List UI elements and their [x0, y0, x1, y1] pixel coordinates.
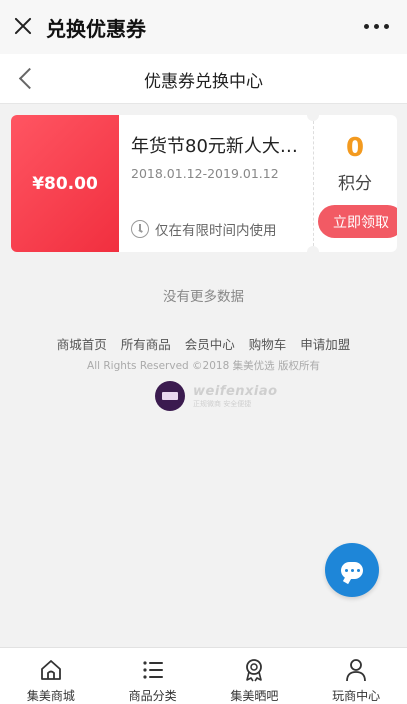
- chat-button[interactable]: [325, 543, 379, 597]
- logo-text: weifenxiao 正规微商 安全便捷: [193, 384, 278, 409]
- no-more-data-text: 没有更多数据: [163, 289, 244, 305]
- coupon-info: 年货节80元新人大礼包 2018.01.12-2019.01.12 仅在有限时间…: [131, 115, 306, 252]
- bottom-tab-bar: 集美商城 商品分类 集美晒吧 玩商中心: [0, 647, 407, 704]
- logo-sub: 正规微商 安全便捷: [193, 399, 252, 408]
- coupon-points-value: 0: [345, 133, 365, 163]
- footer-link-member-center[interactable]: 会员中心: [185, 334, 235, 353]
- footer-link-all-products[interactable]: 所有商品: [121, 334, 171, 353]
- more-menu-icon[interactable]: [364, 24, 389, 29]
- coupon-points-label: 积分: [338, 174, 372, 194]
- coupon-date-range: 2018.01.12-2019.01.12: [131, 166, 279, 181]
- clock-icon: [131, 220, 149, 238]
- tab-label: 集美晒吧: [230, 689, 279, 703]
- app-bar: 兑换优惠券: [0, 0, 407, 54]
- close-icon[interactable]: [12, 15, 34, 37]
- footer-links: 商城首页 所有商品 会员中心 购物车 申请加盟: [0, 334, 407, 353]
- footer-link-join[interactable]: 申请加盟: [300, 334, 350, 353]
- user-icon: [346, 659, 367, 682]
- coupon-value-panel: ¥80.00: [11, 115, 119, 252]
- tab-label: 商品分类: [128, 689, 177, 703]
- list-icon: [143, 661, 163, 679]
- copyright-text: All Rights Reserved ©2018 集美优选 版权所有: [87, 360, 320, 372]
- brand-logo-icon: [155, 381, 185, 411]
- home-icon: [40, 660, 61, 680]
- award-icon: [246, 659, 263, 682]
- tab-user-center[interactable]: 玩商中心: [305, 648, 407, 704]
- chat-bubble-icon: [341, 561, 363, 579]
- coupon-limit-text: 仅在有限时间内使用: [155, 223, 277, 239]
- coupon-card: ¥80.00 年货节80元新人大礼包 2018.01.12-2019.01.12…: [11, 115, 397, 252]
- app-title: 兑换优惠券: [46, 17, 146, 41]
- tab-label: 玩商中心: [332, 689, 381, 703]
- coupon-limit: 仅在有限时间内使用: [131, 219, 277, 239]
- footer-logo: weifenxiao 正规微商 安全便捷: [155, 381, 278, 411]
- coupon-name: 年货节80元新人大礼包: [131, 136, 306, 157]
- tab-label: 集美商城: [26, 689, 75, 703]
- coupon-points-panel: 0 积分 立即领取: [313, 115, 397, 252]
- footer-link-home[interactable]: 商城首页: [57, 334, 107, 353]
- logo-word: weifenxiao: [193, 383, 278, 399]
- footer-link-cart[interactable]: 购物车: [249, 334, 287, 353]
- page-title: 优惠券兑换中心: [144, 72, 263, 92]
- tab-showcase[interactable]: 集美晒吧: [204, 648, 306, 704]
- tab-mall[interactable]: 集美商城: [0, 648, 102, 704]
- coupon-amount: ¥80.00: [32, 173, 98, 194]
- page-header: 优惠券兑换中心: [0, 54, 407, 104]
- tab-categories[interactable]: 商品分类: [102, 648, 204, 704]
- claim-button[interactable]: 立即领取: [318, 205, 397, 238]
